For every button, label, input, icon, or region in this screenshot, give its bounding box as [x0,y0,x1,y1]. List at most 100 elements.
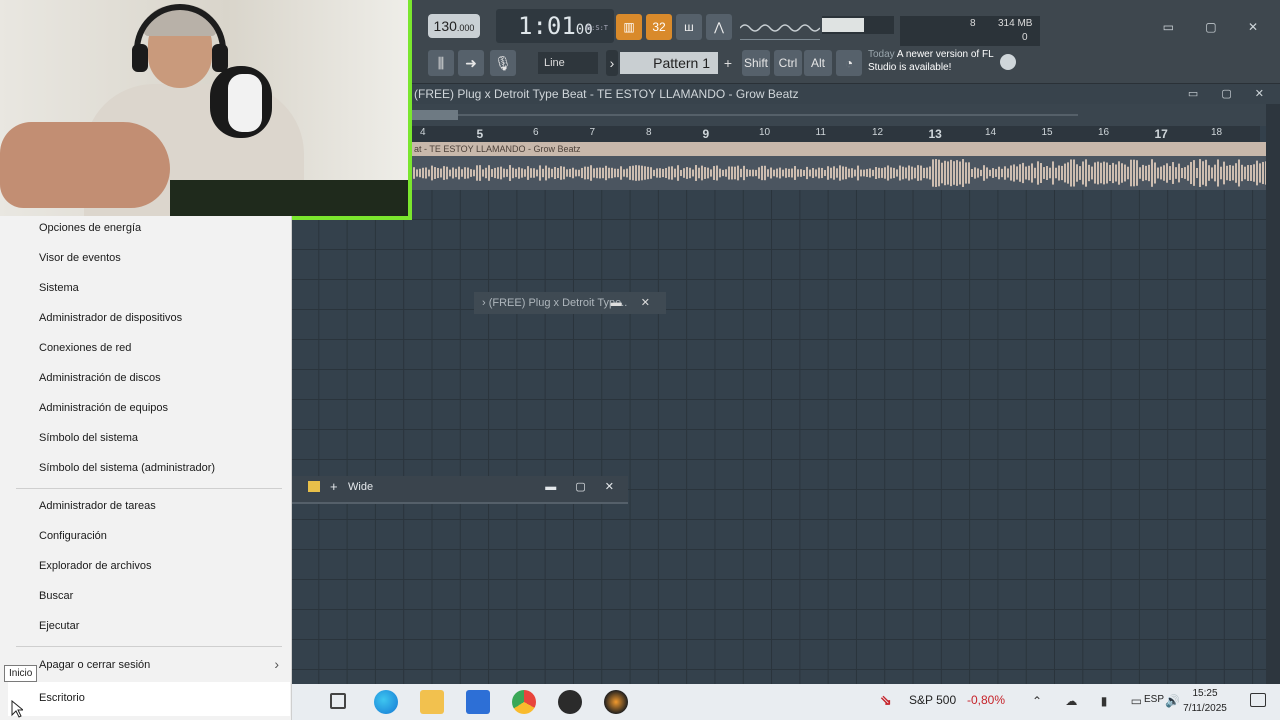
waveform-bar [617,168,619,178]
waveform-bar [758,167,760,179]
winx-item[interactable]: Sistema [39,280,79,296]
fl-studio-icon[interactable] [604,690,628,714]
winx-item[interactable]: Símbolo del sistema [39,430,138,446]
stock-change[interactable]: -0,80% [967,693,1005,707]
waveform-bar [1082,161,1084,185]
scroll-thumb[interactable] [410,110,458,120]
waveform-bar [932,159,934,187]
waveform-bar [1100,162,1102,184]
globe-icon[interactable] [1000,54,1016,70]
mixer-add-icon[interactable]: + [330,476,338,498]
add-pattern-button[interactable]: + [720,52,736,74]
store-icon[interactable] [466,690,490,714]
tempo-display[interactable]: 130.000 [428,14,480,38]
language-indicator[interactable]: ESP [1144,694,1164,705]
channel-window-controls[interactable]: ▬ ✕ [611,292,658,314]
winx-item[interactable]: Explorador de archivos [39,558,152,574]
pattern-arrow-icon[interactable]: › [606,50,618,76]
clock[interactable]: 15:25 7/11/2025 [1172,686,1238,716]
file-explorer-icon[interactable] [420,690,444,714]
ruler-tick: 12 [872,127,884,138]
task-view-icon[interactable] [330,693,346,709]
waveform-bar [1097,161,1099,185]
snap-select[interactable]: Line [538,52,598,74]
waveform-bar [716,165,718,181]
cursor-icon [11,700,23,718]
waveform-bar [503,168,505,178]
oscilloscope-display [739,16,821,40]
typing-keyboard-button[interactable]: ▥ [616,14,642,40]
alt-button[interactable]: Alt [804,50,832,76]
waveform-bar [512,167,514,179]
winx-item[interactable]: Símbolo del sistema (administrador) [39,460,215,476]
mixer-window[interactable]: + Wide ▬ ▢ ✕ [290,476,628,504]
winx-desktop[interactable]: Escritorio [39,690,85,706]
winx-item[interactable]: Visor de eventos [39,250,121,266]
waveform-bar [452,167,454,179]
waveform-bar [1013,164,1015,182]
waveform-bar [557,167,559,179]
waveform-bar [953,161,955,185]
winx-item[interactable]: Administrador de dispositivos [39,310,182,326]
winx-separator [16,646,282,647]
waveform-bar [596,167,598,179]
mixer-window-controls[interactable]: ▬ ▢ ✕ [545,476,622,498]
shift-button[interactable]: Shift [742,50,770,76]
pattern-select[interactable]: Pattern 1 [620,52,718,74]
channel-window[interactable]: › (FREE) Plug x Detroit Type.. ▬ ✕ [474,292,666,314]
audio-clip[interactable]: at - TE ESTOY LLAMANDO - Grow Beatz [410,142,1267,190]
microphone-icon[interactable]: 🎙 [490,50,516,76]
winx-item[interactable]: Conexiones de red [39,340,131,356]
winx-item[interactable]: Administrador de tareas [39,498,156,514]
news-hint[interactable]: Today A newer version of FL Studio is av… [868,48,1018,78]
horizontal-scrollbar[interactable] [410,104,1280,126]
news-icon[interactable]: ◔ [836,50,862,76]
waveform-bar [509,165,511,181]
mixer-icon[interactable]: ⫼ [428,50,454,76]
waveform-bar [1214,164,1216,182]
waveform-bar [1094,162,1096,184]
waveform-bar [1049,167,1051,179]
headphone-cup-right [212,44,228,72]
waveform-bar [1067,162,1069,184]
countdown-button[interactable]: ⋀ [706,14,732,40]
waveform-bar [779,167,781,179]
waveform-bar [689,167,691,179]
vertical-scrollbar[interactable] [1266,104,1280,684]
notification-icon[interactable] [1250,693,1266,707]
winx-shutdown[interactable]: Apagar o cerrar sesión [39,657,150,673]
winx-item[interactable]: Opciones de energía [39,220,141,236]
winx-item[interactable]: Configuración [39,528,107,544]
waveform-bar [1016,166,1018,180]
waveform-bar [896,169,898,177]
snap-value: Line [544,57,565,69]
stock-name[interactable]: S&P 500 [909,693,956,707]
ctrl-button[interactable]: Ctrl [774,50,802,76]
step-edit-button[interactable]: 32 [646,14,672,40]
waveform-bar [734,166,736,180]
obs-icon[interactable] [558,690,582,714]
edge-icon[interactable] [374,690,398,714]
timeline-ruler[interactable]: 4 5 6 7 8 9 10 11 12 13 14 15 16 17 18 [410,126,1260,142]
winx-item[interactable]: Ejecutar [39,618,79,634]
playlist-grid[interactable] [290,190,1266,684]
desk [170,180,408,216]
winx-item[interactable]: Buscar [39,588,73,604]
winx-item[interactable]: Administración de discos [39,370,161,386]
waveform-bar [713,166,715,180]
winx-item[interactable]: Administración de equipos [39,400,168,416]
arrow-icon[interactable]: ➜ [458,50,484,76]
fl-window-controls[interactable]: ▭ ▢ ✕ [1163,20,1272,34]
metronome-button[interactable]: ш [676,14,702,40]
ruler-tick: 14 [985,127,997,138]
system-tray-icons[interactable]: ⌃ ☁ ▮ ▭ 🔊 [1032,694,1190,708]
waveform-bar [749,169,751,177]
waveform-bar [530,168,532,178]
playlist-window-controls[interactable]: ▭ ▢ ✕ [1188,84,1274,104]
waveform-bar [584,166,586,180]
chrome-icon[interactable] [512,690,536,714]
waveform-bar [818,167,820,179]
ruler-tick: 18 [1211,127,1223,138]
waveform-bar [887,165,889,181]
winx-desktop-row[interactable]: Escritorio [8,682,290,716]
